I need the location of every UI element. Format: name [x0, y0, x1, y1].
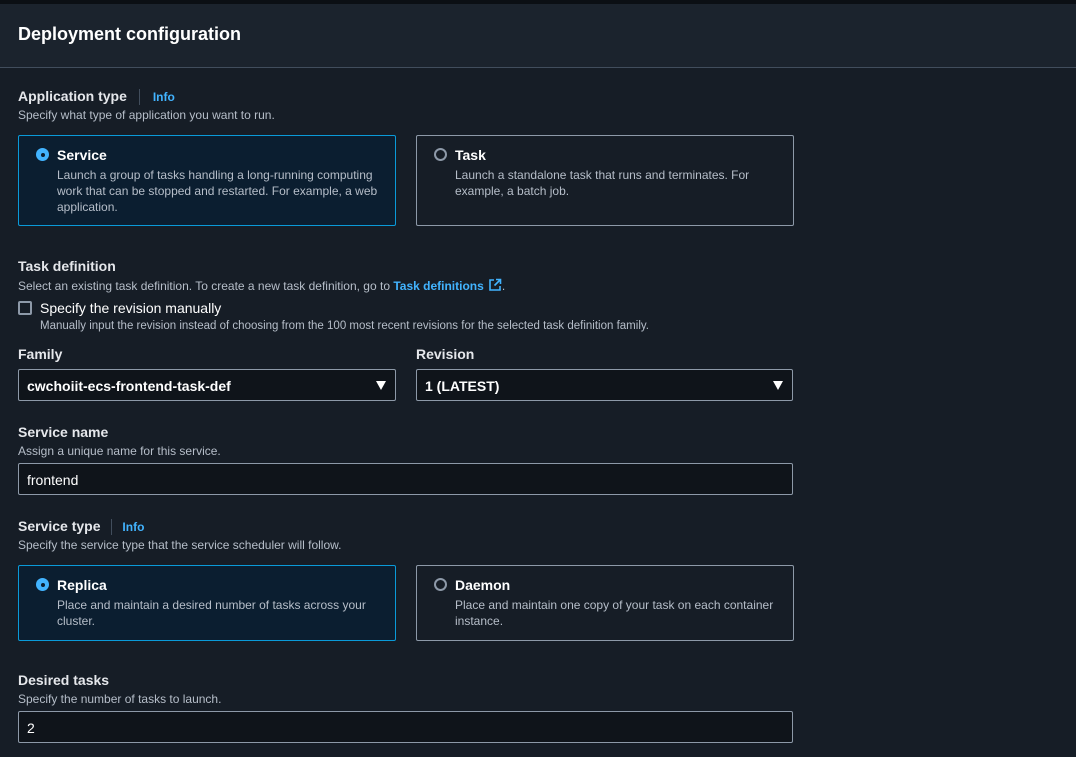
specify-revision-description: Manually input the revision instead of c… [40, 320, 649, 332]
application-type-task-tile[interactable]: Task Launch a standalone task that runs … [416, 135, 794, 226]
task-definitions-link[interactable]: Task definitions [393, 279, 483, 293]
service-name-input[interactable]: frontend [18, 463, 793, 495]
application-type-service-tile[interactable]: Service Launch a group of tasks handling… [18, 135, 396, 226]
service-type-daemon-tile[interactable]: Daemon Place and maintain one copy of yo… [416, 565, 794, 641]
task-definition-description: Select an existing task definition. To c… [18, 278, 505, 295]
daemon-title: Daemon [455, 577, 511, 593]
family-select-value: cwchoiit-ecs-frontend-task-def [27, 378, 231, 394]
desired-tasks-input[interactable]: 2 [18, 711, 793, 743]
revision-select[interactable]: 1 (LATEST) [416, 369, 793, 401]
info-separator [139, 88, 141, 105]
service-type-replica-tile[interactable]: Replica Place and maintain a desired num… [18, 565, 396, 641]
application-type-label: Application type [18, 88, 127, 104]
task-definition-description-text: Select an existing task definition. To c… [18, 279, 394, 293]
replica-title: Replica [57, 577, 107, 593]
revision-label: Revision [416, 346, 475, 362]
task-description: Launch a standalone task that runs and t… [455, 168, 750, 198]
panel-header: Deployment configuration [0, 4, 1076, 68]
panel-title: Deployment configuration [18, 24, 242, 44]
service-type-label: Service type [18, 518, 101, 534]
info-separator [110, 518, 112, 535]
task-definition-label: Task definition [18, 258, 116, 274]
service-title: Service [57, 147, 107, 163]
family-label: Family [18, 346, 63, 362]
caret-down-icon [773, 381, 783, 390]
daemon-radio[interactable] [434, 578, 447, 591]
task-title: Task [455, 147, 486, 163]
service-radio[interactable] [36, 148, 49, 161]
service-name-description: Assign a unique name for this service. [18, 444, 221, 458]
daemon-description: Place and maintain one copy of your task… [455, 598, 774, 628]
desired-tasks-label: Desired tasks [18, 672, 110, 688]
application-type-info-link[interactable]: Info [153, 90, 175, 104]
desired-tasks-description: Specify the number of tasks to launch. [18, 692, 222, 706]
application-type-description: Specify what type of application you wan… [18, 108, 275, 122]
task-definition-description-suffix: . [501, 279, 506, 293]
task-radio[interactable] [434, 148, 447, 161]
family-select[interactable]: cwchoiit-ecs-frontend-task-def [18, 369, 396, 401]
specify-revision-checkbox[interactable] [18, 301, 32, 315]
deployment-configuration-panel: Deployment configuration Application typ… [0, 4, 1076, 757]
revision-select-value: 1 (LATEST) [425, 378, 500, 394]
external-link-icon[interactable] [488, 278, 502, 295]
specify-revision-label[interactable]: Specify the revision manually [40, 300, 221, 316]
service-type-description: Specify the service type that the servic… [18, 538, 342, 552]
caret-down-icon [376, 381, 386, 390]
service-type-info-link[interactable]: Info [122, 520, 144, 534]
service-description: Launch a group of tasks handling a long-… [57, 168, 378, 214]
replica-radio[interactable] [36, 578, 49, 591]
service-name-label: Service name [18, 424, 109, 440]
service-type-heading: Service type Info [18, 518, 144, 536]
replica-description: Place and maintain a desired number of t… [57, 598, 366, 628]
application-type-heading: Application type Info [18, 88, 175, 106]
